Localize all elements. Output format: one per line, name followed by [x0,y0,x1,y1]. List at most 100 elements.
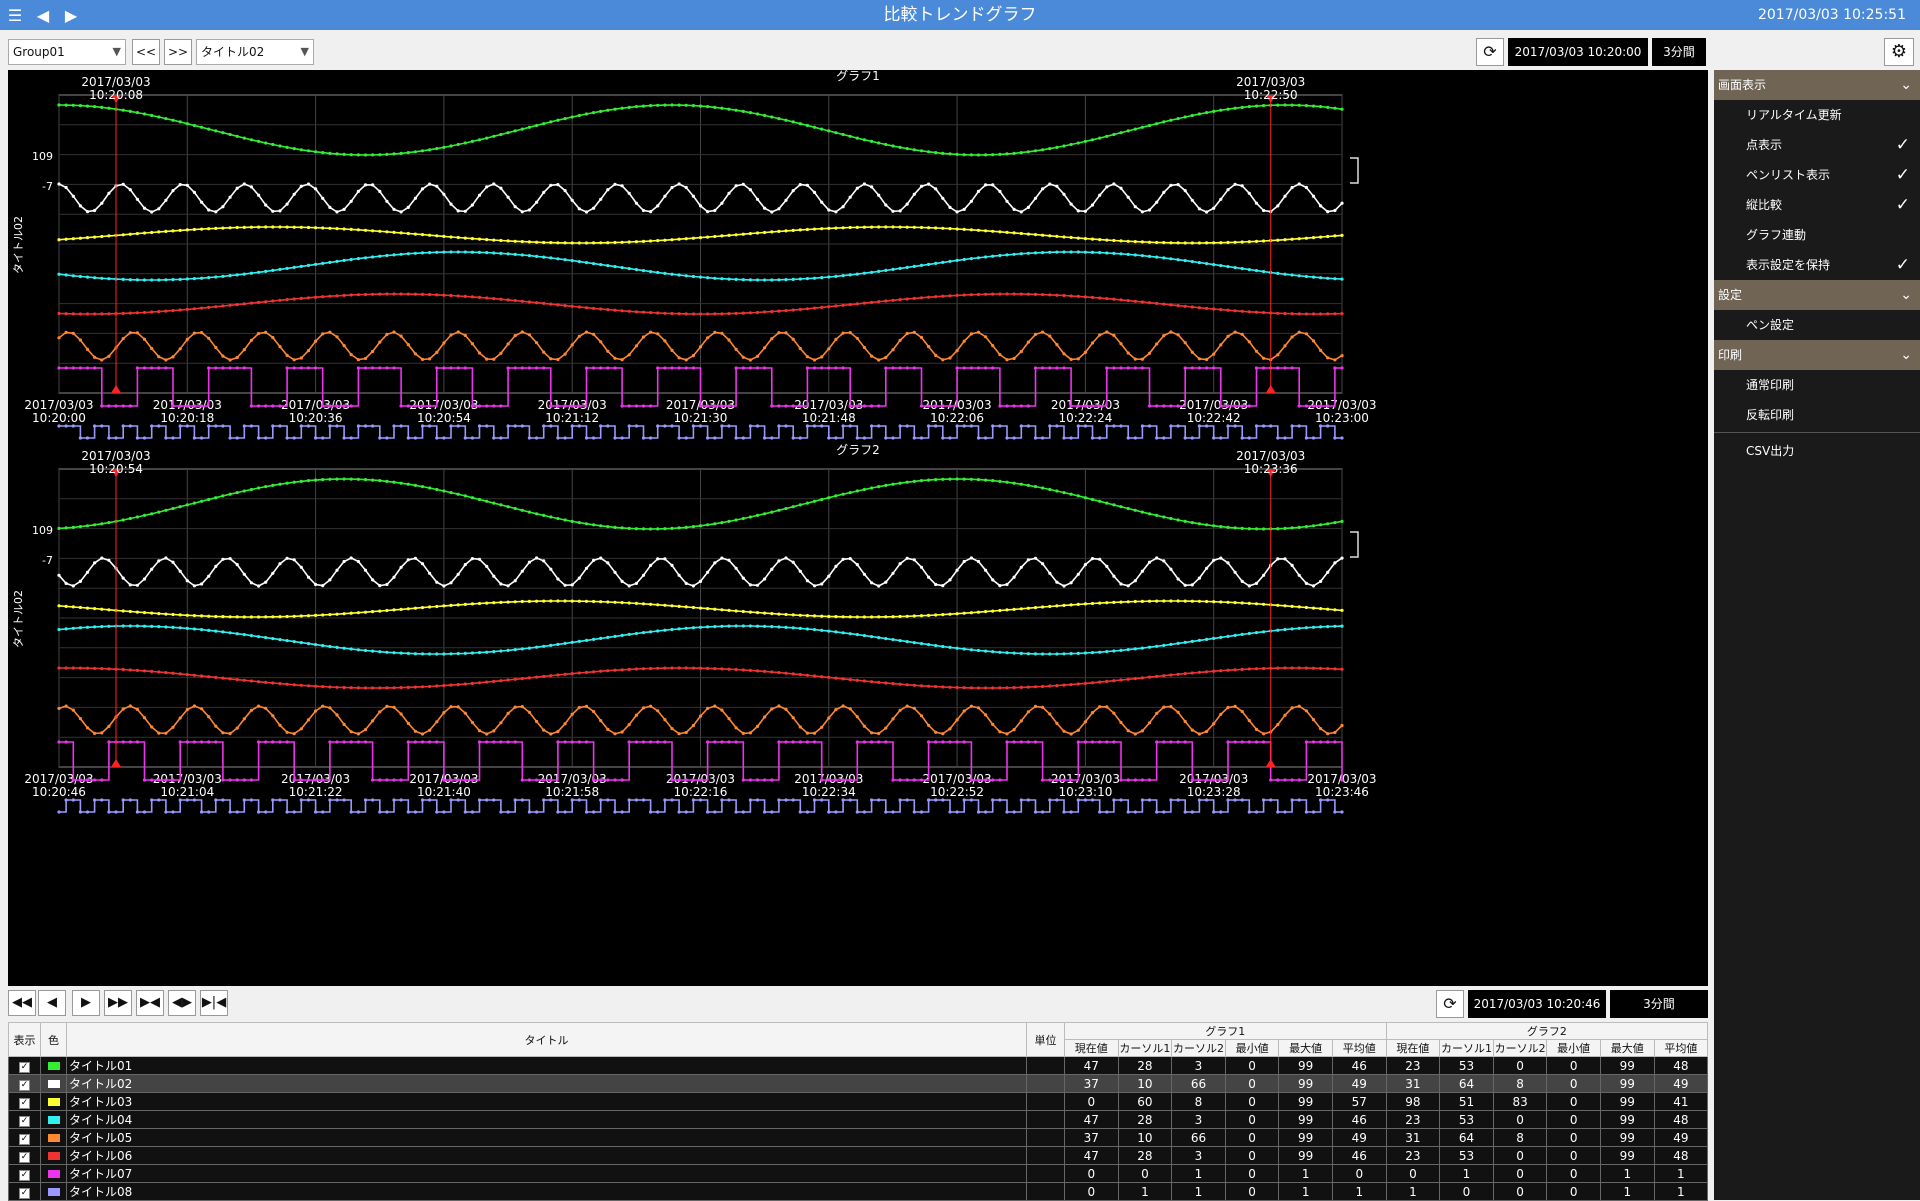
panel-section[interactable]: 画面表示 ⌄ [1714,70,1920,100]
start-datetime[interactable]: 2017/03/03 10:20:00 [1508,38,1648,66]
show-checkbox[interactable]: ✓ [8,1056,41,1075]
panel-item[interactable]: 表示設定を保持 ✓ [1714,250,1920,280]
group-select[interactable]: Group01 ▼ [8,39,126,65]
show-checkbox[interactable]: ✓ [8,1110,41,1129]
panel-item[interactable]: 縦比較 ✓ [1714,190,1920,220]
col-stat[interactable]: 最大値 [1599,1039,1655,1057]
table-row[interactable]: ✓ タイトル05 37 10 66 0 99 49 31 64 8 0 99 49 [8,1128,1709,1147]
data-point [1262,270,1266,274]
data-point [898,682,902,686]
cursor-right-icon[interactable]: ▶|◀ [200,990,228,1016]
data-point [1162,241,1166,245]
show-checkbox[interactable]: ✓ [8,1146,41,1165]
col-stat[interactable]: カーソル2 [1171,1039,1226,1057]
data-point [812,358,817,362]
bottom-span[interactable]: 3分間 [1610,990,1708,1018]
data-point [185,503,189,507]
prev-group-button[interactable]: << [132,39,160,65]
col-stat[interactable]: 最小値 [1546,1039,1601,1057]
panel-section[interactable]: 印刷 ⌄ [1714,340,1920,370]
data-point [898,614,902,619]
table-row[interactable]: ✓ タイトル01 47 28 3 0 99 46 23 53 0 0 99 48 [8,1056,1709,1075]
table-row[interactable]: ✓ タイトル02 37 10 66 0 99 49 31 64 8 0 99 49 [8,1074,1709,1093]
panel-item[interactable]: 点表示 ✓ [1714,130,1920,160]
data-point [449,603,453,608]
data-point [1090,237,1095,241]
show-checkbox[interactable]: ✓ [8,1092,41,1111]
table-row[interactable]: ✓ タイトル04 47 28 3 0 99 46 23 53 0 0 99 48 [8,1110,1709,1129]
data-point [763,778,767,782]
step-forward-icon[interactable]: ▶ [72,990,100,1016]
data-point [278,225,282,229]
next-group-button[interactable]: >> [164,39,192,65]
refresh-icon[interactable]: ⟳ [1436,990,1464,1018]
data-point [463,250,467,254]
title-select[interactable]: タイトル02 ▼ [196,39,314,65]
data-point [520,253,524,257]
data-point [855,489,859,493]
refresh-icon[interactable]: ⟳ [1476,38,1504,66]
data-point [449,683,453,687]
panel-item[interactable]: グラフ連動 [1714,220,1920,250]
show-checkbox[interactable]: ✓ [8,1128,41,1147]
col-title[interactable]: タイトル [66,1022,1027,1057]
panel-section[interactable]: 設定 ⌄ [1714,280,1920,310]
cursor-left-icon[interactable]: ▶◀ [136,990,164,1016]
data-point [891,436,895,440]
step-back-icon[interactable]: ◀ [38,990,66,1016]
data-point [200,628,204,632]
col-stat[interactable]: 平均値 [1331,1039,1387,1057]
show-checkbox[interactable]: ✓ [8,1182,41,1201]
col-stat[interactable]: カーソル2 [1492,1039,1548,1057]
col-stat[interactable]: 最大値 [1278,1039,1333,1057]
data-point [93,276,97,280]
col-show[interactable]: 表示 [8,1022,41,1057]
data-point [727,312,731,316]
data-point [171,778,175,782]
col-stat[interactable]: 現在値 [1064,1039,1119,1057]
data-point [948,645,952,650]
data-point [292,810,296,814]
data-point [1019,685,1023,690]
data-point [791,716,795,720]
data-point [128,609,132,614]
col-stat[interactable]: 最小値 [1224,1039,1280,1057]
data-point [1304,605,1308,610]
show-checkbox[interactable]: ✓ [8,1074,41,1093]
col-unit[interactable]: 単位 [1026,1022,1065,1057]
panel-item[interactable]: 反転印刷 [1714,400,1920,430]
trend-charts[interactable]: グラフ12017/03/0310:20:002017/03/0310:20:18… [8,69,1708,986]
col-stat[interactable]: 平均値 [1653,1039,1709,1057]
data-point [827,129,831,133]
table-row[interactable]: ✓ タイトル06 47 28 3 0 99 46 23 53 0 0 99 48 [8,1146,1709,1165]
top-toolbar: Group01 ▼ << >> タイトル02 ▼ ⟳ 2017/03/03 10:2… [0,30,1712,70]
data-point [463,778,467,782]
panel-item[interactable]: リアルタイム更新 [1714,100,1920,130]
data-point [627,526,631,530]
cursor-both-icon[interactable]: ◀▶ [168,990,196,1016]
gear-icon[interactable]: ⚙ [1884,38,1914,66]
col-stat[interactable]: 現在値 [1385,1039,1441,1057]
data-point [563,258,567,262]
data-point [1176,304,1180,308]
data-point [755,798,760,802]
table-row[interactable]: ✓ タイトル07 0 0 1 0 1 0 0 1 0 0 1 1 [8,1164,1709,1183]
col-color[interactable]: 色 [40,1022,67,1057]
table-row[interactable]: ✓ タイトル08 0 1 1 0 1 1 1 0 0 0 1 1 [8,1182,1709,1201]
data-point [71,366,75,370]
data-point [1126,600,1130,604]
show-checkbox[interactable]: ✓ [8,1164,41,1183]
csv-export-item[interactable]: CSV出力 [1714,436,1920,466]
col-stat[interactable]: カーソル1 [1439,1039,1494,1057]
stat-value: 0 [1224,1146,1280,1165]
skip-forward-icon[interactable]: ▶▶ [104,990,132,1016]
data-point [1033,704,1038,709]
table-row[interactable]: ✓ タイトル03 0 60 8 0 99 57 98 51 83 0 99 41 [8,1092,1709,1111]
span-select[interactable]: 3分間 [1652,38,1706,66]
skip-back-icon[interactable]: ◀◀ [8,990,36,1016]
panel-item[interactable]: ペン設定 [1714,310,1920,340]
bottom-datetime[interactable]: 2017/03/03 10:20:46 [1468,990,1606,1018]
panel-item[interactable]: 通常印刷 [1714,370,1920,400]
col-stat[interactable]: カーソル1 [1117,1039,1173,1057]
panel-item[interactable]: ペンリスト表示 ✓ [1714,160,1920,190]
